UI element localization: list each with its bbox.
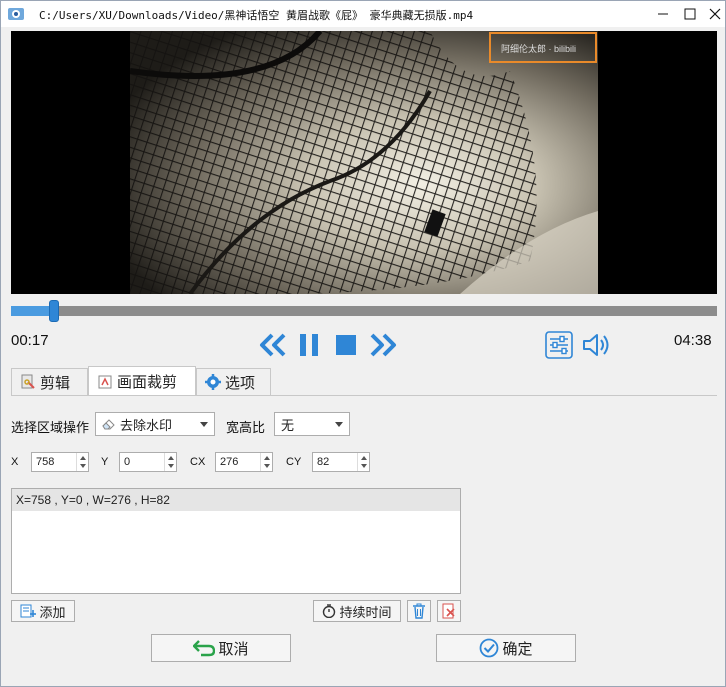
y-spinbox[interactable]: 0 bbox=[119, 452, 177, 472]
tab-divider bbox=[11, 395, 717, 396]
aspect-value: 无 bbox=[281, 417, 295, 433]
undo-icon bbox=[193, 639, 216, 657]
tab-label: 画面裁剪 bbox=[117, 374, 178, 391]
spin-arrows-icon[interactable] bbox=[164, 453, 176, 471]
x-label: X bbox=[11, 456, 19, 468]
ok-button[interactable]: 确定 bbox=[436, 634, 576, 662]
duration-label: 持续时间 bbox=[339, 604, 392, 620]
tab-clip[interactable]: 剪辑 bbox=[11, 368, 88, 395]
crop-icon bbox=[97, 374, 113, 390]
tab-crop[interactable]: 画面裁剪 bbox=[88, 366, 196, 396]
duration-button[interactable]: 持续时间 bbox=[313, 600, 401, 622]
spin-arrows-icon[interactable] bbox=[76, 453, 88, 471]
cx-label: CX bbox=[190, 456, 206, 468]
cx-spinbox[interactable]: 276 bbox=[215, 452, 273, 472]
operation-label: 选择区域操作 bbox=[11, 420, 90, 435]
chevron-down-icon bbox=[200, 422, 208, 427]
delete-button[interactable] bbox=[407, 600, 431, 622]
tab-label: 剪辑 bbox=[40, 374, 71, 392]
maximize-icon[interactable] bbox=[676, 1, 704, 27]
cx-value: 276 bbox=[220, 456, 239, 468]
app-logo-icon bbox=[7, 5, 25, 23]
spin-arrows-icon[interactable] bbox=[260, 453, 272, 471]
minimize-icon[interactable] bbox=[649, 1, 677, 27]
x-value: 758 bbox=[36, 456, 55, 468]
total-time: 04:38 bbox=[674, 332, 712, 349]
app-window: C:/Users/XU/Downloads/Video/黑神话悟空 黄眉战歌《屁… bbox=[0, 0, 726, 687]
window-title: C:/Users/XU/Downloads/Video/黑神话悟空 黄眉战歌《屁… bbox=[39, 9, 474, 22]
cy-value: 82 bbox=[317, 456, 330, 468]
list-item[interactable]: X=758 , Y=0 , W=276 , H=82 bbox=[12, 489, 460, 511]
tab-options[interactable]: 选项 bbox=[196, 368, 271, 395]
eraser-icon bbox=[102, 418, 116, 430]
stop-icon[interactable] bbox=[334, 332, 358, 358]
seek-progress bbox=[11, 306, 54, 316]
add-button[interactable]: 添加 bbox=[11, 600, 75, 622]
clip-icon bbox=[20, 374, 36, 390]
region-list[interactable]: X=758 , Y=0 , W=276 , H=82 bbox=[11, 488, 461, 594]
video-frame bbox=[130, 31, 598, 294]
clear-button[interactable] bbox=[437, 600, 461, 622]
pause-icon[interactable] bbox=[296, 331, 322, 359]
timer-icon bbox=[322, 604, 336, 618]
trash-icon bbox=[412, 603, 426, 619]
rewind-icon[interactable] bbox=[257, 331, 287, 359]
y-label: Y bbox=[101, 456, 109, 468]
chevron-down-icon bbox=[335, 422, 343, 427]
cy-spinbox[interactable]: 82 bbox=[312, 452, 370, 472]
aspect-label: 宽高比 bbox=[226, 420, 266, 435]
add-list-icon bbox=[20, 604, 37, 618]
clear-icon bbox=[442, 603, 456, 619]
video-viewport[interactable]: 阿细伦太郎 · bilibili bbox=[11, 31, 717, 294]
current-time: 00:17 bbox=[11, 332, 49, 349]
equalizer-icon[interactable] bbox=[544, 331, 574, 359]
cy-label: CY bbox=[286, 456, 302, 468]
watermark-text: 阿细伦太郎 · bilibili bbox=[501, 44, 577, 54]
operation-value: 去除水印 bbox=[120, 417, 173, 433]
title-bar: C:/Users/XU/Downloads/Video/黑神话悟空 黄眉战歌《屁… bbox=[1, 1, 725, 27]
volume-icon[interactable] bbox=[581, 331, 611, 359]
y-value: 0 bbox=[124, 456, 131, 468]
operation-select[interactable]: 去除水印 bbox=[95, 412, 215, 436]
seek-track[interactable] bbox=[11, 306, 717, 316]
close-icon[interactable] bbox=[701, 1, 726, 27]
aspect-select[interactable]: 无 bbox=[274, 412, 350, 436]
fast-forward-icon[interactable] bbox=[369, 331, 399, 359]
x-spinbox[interactable]: 758 bbox=[31, 452, 89, 472]
ok-label: 确定 bbox=[502, 640, 533, 658]
cancel-label: 取消 bbox=[218, 640, 249, 658]
gear-icon bbox=[205, 374, 221, 390]
seek-thumb[interactable] bbox=[49, 300, 59, 322]
cancel-button[interactable]: 取消 bbox=[151, 634, 291, 662]
spin-arrows-icon[interactable] bbox=[357, 453, 369, 471]
add-label: 添加 bbox=[39, 604, 66, 620]
tab-label: 选项 bbox=[225, 374, 256, 392]
check-circle-icon bbox=[479, 638, 499, 658]
